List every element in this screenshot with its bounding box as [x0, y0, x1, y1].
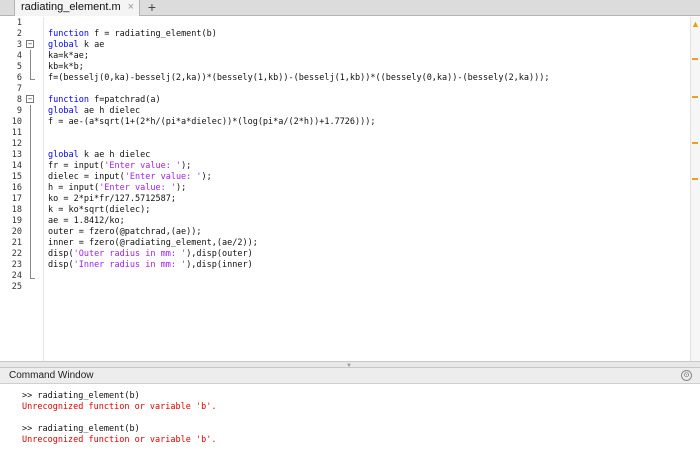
line-number: 21: [11, 238, 22, 248]
editor-tab-bar: radiating_element.m × +: [0, 0, 700, 16]
error-message: Unrecognized function or variable 'b'.: [22, 402, 217, 412]
panel-splitter[interactable]: ▼: [0, 361, 700, 369]
line-number: 12: [11, 139, 22, 149]
code-line[interactable]: 23 disp('Inner radius in mm: '),disp(inne…: [0, 260, 690, 271]
code-analyzer-bar[interactable]: [690, 17, 700, 361]
code-line[interactable]: 7: [0, 84, 690, 95]
warning-marker[interactable]: [692, 178, 698, 180]
line-number: 17: [11, 194, 22, 204]
code-line[interactable]: 6 f=(besselj(0,ka)-besselj(2,ka))*(bessel…: [0, 73, 690, 84]
line-number: 11: [11, 128, 22, 138]
code-line[interactable]: 14 fr = input('Enter value: ');: [0, 161, 690, 172]
code-line[interactable]: 19 ae = 1.8412/ko;: [0, 216, 690, 227]
fold-guide: [30, 105, 31, 278]
warning-marker[interactable]: [692, 58, 698, 60]
line-number: 3: [16, 40, 22, 50]
tab-radiating-element[interactable]: radiating_element.m ×: [14, 0, 140, 16]
code-text: inner = fzero(@radiating_element,(ae/2))…: [48, 238, 258, 248]
line-number: 9: [16, 106, 22, 116]
code-text: k = ko*sqrt(dielec);: [48, 205, 151, 215]
code-text: disp('Inner radius in mm: '),disp(inner): [48, 260, 253, 270]
line-number: 22: [11, 249, 22, 259]
line-number: 23: [11, 260, 22, 270]
warning-icon[interactable]: ▲: [691, 19, 700, 29]
line-number: 4: [16, 51, 22, 61]
code-line[interactable]: 2 function f = radiating_element(b): [0, 29, 690, 40]
code-text: global ae h dielec: [48, 106, 141, 116]
command-window-title: Command Window: [9, 370, 94, 381]
code-line[interactable]: 25: [0, 282, 690, 293]
warning-marker[interactable]: [692, 96, 698, 98]
code-line[interactable]: 8 function f=patchrad(a): [0, 95, 690, 106]
line-number: 6: [16, 73, 22, 83]
code-line[interactable]: 20 outer = fzero(@patchrad,(ae));: [0, 227, 690, 238]
code-line[interactable]: 1: [0, 18, 690, 29]
code-line[interactable]: 18 k = ko*sqrt(dielec);: [0, 205, 690, 216]
fold-guide: [30, 50, 31, 79]
code-text: ko = 2*pi*fr/127.5712587;: [48, 194, 176, 204]
code-line[interactable]: 5 kb=k*b;: [0, 62, 690, 73]
line-number: 1: [16, 18, 22, 28]
code-line[interactable]: 3 global k ae: [0, 40, 690, 51]
line-number: 20: [11, 227, 22, 237]
close-icon[interactable]: ×: [128, 1, 134, 13]
fold-guide-end: [30, 278, 35, 279]
code-line[interactable]: 16 h = input('Enter value: ');: [0, 183, 690, 194]
code-line[interactable]: 22 disp('Outer radius in mm: '),disp(oute…: [0, 249, 690, 260]
line-number: 19: [11, 216, 22, 226]
line-number: 8: [16, 95, 22, 105]
code-text: function f = radiating_element(b): [48, 29, 217, 39]
error-message: Unrecognized function or variable 'b'.: [22, 435, 217, 445]
code-text: f=(besselj(0,ka)-besselj(2,ka))*(bessely…: [48, 73, 550, 83]
code-line[interactable]: 4 ka=k*ae;: [0, 51, 690, 62]
line-number: 25: [11, 282, 22, 292]
line-number: 13: [11, 150, 22, 160]
line-number: 2: [16, 29, 22, 39]
code-line[interactable]: 10 f = ae-(a*sqrt(1+(2*h/(pi*a*dielec))*(…: [0, 117, 690, 128]
code-line[interactable]: 17 ko = 2*pi*fr/127.5712587;: [0, 194, 690, 205]
command-line: >> radiating_element(b): [22, 424, 140, 434]
code-text: global k ae: [48, 40, 105, 50]
line-number: 16: [11, 183, 22, 193]
code-line[interactable]: 12: [0, 139, 690, 150]
fold-toggle-icon[interactable]: −: [26, 95, 34, 103]
code-line[interactable]: 24: [0, 271, 690, 282]
warning-marker[interactable]: [692, 142, 698, 144]
code-text: ka=k*ae;: [48, 51, 89, 61]
line-number: 14: [11, 161, 22, 171]
code-line[interactable]: 11: [0, 128, 690, 139]
code-text: ae = 1.8412/ko;: [48, 216, 125, 226]
code-line[interactable]: 9 global ae h dielec: [0, 106, 690, 117]
command-window[interactable]: >> radiating_element(b) Unrecognized func…: [0, 384, 700, 458]
code-line[interactable]: 13 global k ae h dielec: [0, 150, 690, 161]
command-line: >> radiating_element(b): [22, 391, 140, 401]
line-number: 5: [16, 62, 22, 72]
actions-menu-icon[interactable]: ⊙: [681, 370, 692, 381]
fold-toggle-icon[interactable]: −: [26, 40, 34, 48]
fold-guide-end: [30, 79, 35, 80]
code-text: h = input('Enter value: ');: [48, 183, 187, 193]
new-tab-button[interactable]: +: [144, 0, 160, 15]
tab-label: radiating_element.m: [21, 1, 121, 13]
code-text: kb=k*b;: [48, 62, 84, 72]
code-text: f = ae-(a*sqrt(1+(2*h/(pi*a*dielec))*(lo…: [48, 117, 376, 127]
code-line[interactable]: 15 dielec = input('Enter value: ');: [0, 172, 690, 183]
code-text: global k ae h dielec: [48, 150, 151, 160]
command-window-header: Command Window ⊙: [0, 368, 700, 384]
code-line[interactable]: 21 inner = fzero(@radiating_element,(ae/2…: [0, 238, 690, 249]
code-text: disp('Outer radius in mm: '),disp(outer): [48, 249, 253, 259]
line-number: 24: [11, 271, 22, 281]
line-number: 10: [11, 117, 22, 127]
line-number: 15: [11, 172, 22, 182]
code-text: dielec = input('Enter value: ');: [48, 172, 212, 182]
line-number: 7: [16, 84, 22, 94]
code-text: outer = fzero(@patchrad,(ae));: [48, 227, 202, 237]
line-number: 18: [11, 205, 22, 215]
code-editor[interactable]: 1 2 function f = radiating_element(b) 3 glob…: [0, 17, 700, 361]
code-text: function f=patchrad(a): [48, 95, 161, 105]
code-text: fr = input('Enter value: ');: [48, 161, 192, 171]
